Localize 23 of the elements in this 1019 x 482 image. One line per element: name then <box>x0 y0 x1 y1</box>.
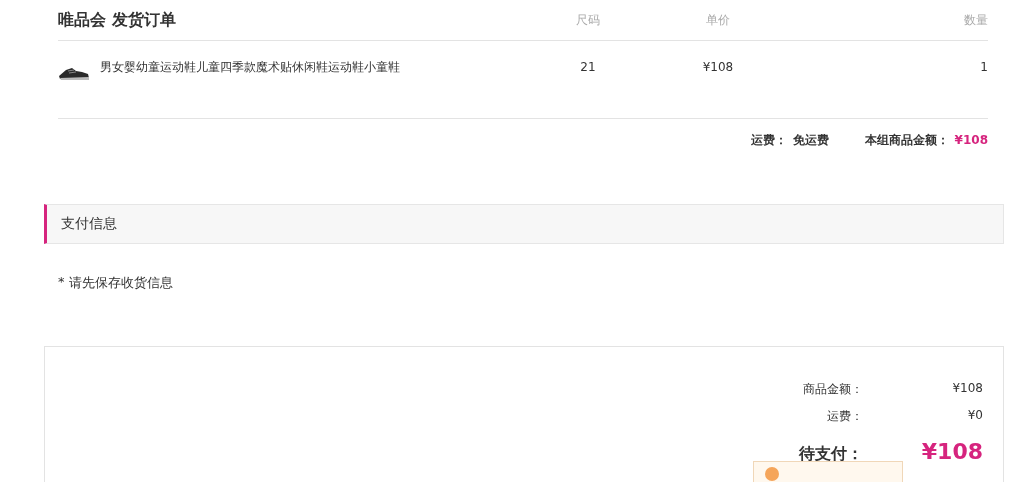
subtotal-value: ¥108 <box>954 133 988 147</box>
price-cell-text: ¥108 <box>701 59 735 76</box>
amount-due-value: ¥108 <box>920 439 983 464</box>
subtotal-label: 本组商品金额： <box>864 133 949 147</box>
info-icon <box>764 466 780 482</box>
shoe-icon <box>58 65 90 81</box>
product-name[interactable]: 男女婴幼童运动鞋儿童四季款魔术贴休闲鞋运动鞋小童鞋 <box>100 59 400 118</box>
column-header: 数量 <box>963 11 988 29</box>
required-mark: * <box>58 274 65 291</box>
summary-label: 商品金额： <box>803 381 863 398</box>
summary-label: 运费： <box>827 408 863 425</box>
notice-text: 请先保存收货信息 <box>68 274 173 292</box>
section-header: 支付信息 <box>44 204 1004 244</box>
amount-due-label: 待支付： <box>799 444 863 465</box>
shipping-label: 运费： <box>750 133 787 147</box>
column-header: 单价 <box>705 11 731 29</box>
summary-value: ¥108 <box>951 381 983 397</box>
summary-value: ¥0 <box>966 408 983 424</box>
size-cell-text: 21 <box>579 59 597 76</box>
shipping-value: 免运费 <box>792 133 829 147</box>
order-title: 唯品会 发货订单 <box>58 9 177 31</box>
column-header: 尺码 <box>575 11 601 29</box>
quantity-cell-text: 1 <box>979 59 988 76</box>
